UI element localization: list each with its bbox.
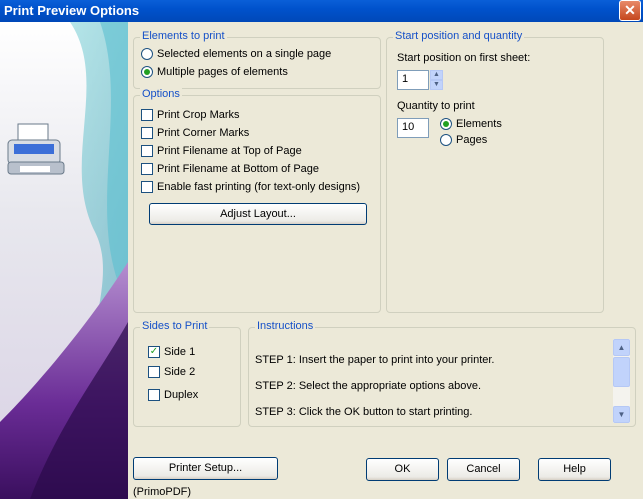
spin-up-button[interactable]: ▲ xyxy=(430,70,443,80)
ok-button[interactable]: OK xyxy=(366,458,439,481)
window-title: Print Preview Options xyxy=(4,3,140,18)
spin-down-button[interactable]: ▼ xyxy=(430,80,443,90)
check-duplex-box[interactable] xyxy=(148,389,160,401)
check-print-crop-marks[interactable]: Print Crop Marks xyxy=(141,109,240,121)
close-button[interactable]: ✕ xyxy=(619,0,641,21)
radio-selected-elements-indicator[interactable] xyxy=(141,48,153,60)
check-print-crop-marks-label: Print Crop Marks xyxy=(157,109,240,121)
check-print-corner-marks-label: Print Corner Marks xyxy=(157,127,250,139)
instruction-step-1: STEP 1: Insert the paper to print into y… xyxy=(255,354,495,366)
printer-icon xyxy=(7,123,65,175)
check-side-2-box[interactable] xyxy=(148,366,160,378)
check-filename-bottom[interactable]: Print Filename at Bottom of Page xyxy=(141,163,319,175)
decorative-side-panel xyxy=(0,22,128,499)
radio-selected-elements-label: Selected elements on a single page xyxy=(157,48,332,60)
sides-to-print-legend: Sides to Print xyxy=(140,320,210,332)
elements-to-print-group: Elements to print xyxy=(133,30,381,89)
check-fast-printing[interactable]: Enable fast printing (for text-only desi… xyxy=(141,181,360,193)
radio-elements-indicator[interactable] xyxy=(440,118,452,130)
check-filename-top-box[interactable] xyxy=(141,145,153,157)
scroll-down-icon: ▼ xyxy=(617,410,626,419)
check-filename-top-label: Print Filename at Top of Page xyxy=(157,145,302,157)
check-side-2-label: Side 2 xyxy=(164,366,196,378)
check-filename-bottom-box[interactable] xyxy=(141,163,153,175)
quantity-input[interactable]: 10 xyxy=(397,118,429,138)
radio-multiple-pages[interactable]: Multiple pages of elements xyxy=(141,66,288,78)
radio-multiple-pages-label: Multiple pages of elements xyxy=(157,66,288,78)
check-filename-bottom-label: Print Filename at Bottom of Page xyxy=(157,163,320,175)
close-icon: ✕ xyxy=(624,2,636,18)
check-side-1-label: Side 1 xyxy=(164,346,196,358)
printer-setup-button[interactable]: Printer Setup... xyxy=(133,457,278,480)
check-side-2[interactable]: Side 2 xyxy=(148,366,195,378)
swoosh-graphic xyxy=(0,22,128,499)
check-print-crop-marks-box[interactable] xyxy=(141,109,153,121)
help-button[interactable]: Help xyxy=(538,458,611,481)
radio-pages-label: Pages xyxy=(456,134,488,146)
instruction-step-3: STEP 3: Click the OK button to start pri… xyxy=(255,406,473,418)
radio-pages-indicator[interactable] xyxy=(440,134,452,146)
check-print-corner-marks-box[interactable] xyxy=(141,127,153,139)
radio-multiple-pages-indicator[interactable] xyxy=(141,66,153,78)
options-legend: Options xyxy=(140,88,182,100)
elements-to-print-legend: Elements to print xyxy=(140,30,227,42)
check-print-corner-marks[interactable]: Print Corner Marks xyxy=(141,127,249,139)
instructions-scrollbar[interactable]: ▲ ▼ xyxy=(613,339,630,423)
print-preview-options-dialog: Print Preview Options ✕ Elements to prin… xyxy=(0,0,643,499)
radio-selected-elements[interactable]: Selected elements on a single page xyxy=(141,48,331,60)
instruction-step-2: STEP 2: Select the appropriate options a… xyxy=(255,380,482,392)
radio-elements[interactable]: Elements xyxy=(440,118,502,130)
adjust-layout-button[interactable]: Adjust Layout... xyxy=(149,203,367,225)
spin-up-icon: ▲ xyxy=(433,71,440,78)
spin-down-icon: ▼ xyxy=(433,81,440,88)
check-side-1-box[interactable]: ✓ xyxy=(148,346,160,358)
check-duplex-label: Duplex xyxy=(164,389,199,401)
start-position-input[interactable]: 1 xyxy=(397,70,429,90)
scroll-up-button[interactable]: ▲ xyxy=(613,339,630,356)
scroll-thumb[interactable] xyxy=(613,357,630,387)
scroll-up-icon: ▲ xyxy=(617,343,626,352)
cancel-button[interactable]: Cancel xyxy=(447,458,520,481)
check-fast-printing-box[interactable] xyxy=(141,181,153,193)
instructions-legend: Instructions xyxy=(255,320,316,332)
radio-pages[interactable]: Pages xyxy=(440,134,487,146)
printer-name: (PrimoPDF) xyxy=(133,486,192,498)
scroll-down-button[interactable]: ▼ xyxy=(613,406,630,423)
check-side-1[interactable]: ✓ Side 1 xyxy=(148,346,195,358)
check-fast-printing-label: Enable fast printing (for text-only desi… xyxy=(157,181,360,193)
start-position-legend: Start position and quantity xyxy=(393,30,525,42)
quantity-label: Quantity to print xyxy=(397,100,475,112)
radio-elements-label: Elements xyxy=(456,118,502,130)
check-duplex[interactable]: Duplex xyxy=(148,389,198,401)
check-filename-top[interactable]: Print Filename at Top of Page xyxy=(141,145,302,157)
start-position-label: Start position on first sheet: xyxy=(397,52,531,64)
title-bar[interactable]: Print Preview Options ✕ xyxy=(0,0,643,22)
